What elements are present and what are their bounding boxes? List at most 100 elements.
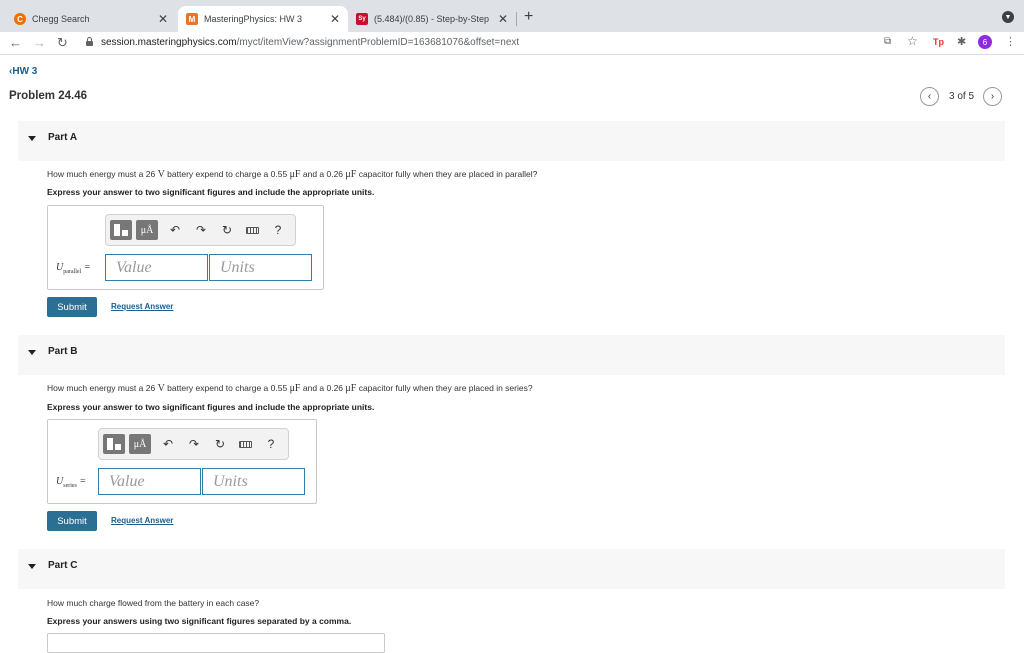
back-to-hw-link[interactable]: ‹HW 3 — [9, 66, 37, 77]
part-b-submit-button[interactable]: Submit — [47, 511, 97, 531]
undo-icon[interactable]: ↶ — [155, 437, 181, 451]
symbolab-favicon-icon: Sy — [356, 13, 368, 25]
problem-pager: ‹ 3 of 5 › — [920, 87, 1003, 106]
browser-tab-bar: C Chegg Search ✕ M MasteringPhysics: HW … — [0, 0, 1024, 32]
part-b-label: Part B — [48, 346, 78, 357]
extension-tp-icon[interactable]: Tp — [933, 37, 944, 47]
close-tab-icon[interactable]: ✕ — [330, 12, 340, 26]
part-a-label: Part A — [48, 132, 78, 143]
back-arrow-icon[interactable]: ← — [9, 35, 22, 50]
units-input[interactable]: Units — [202, 468, 305, 495]
bookmark-star-icon[interactable]: ☆ — [907, 34, 918, 48]
unit-volt: V — [157, 383, 165, 394]
part-c-answer-box — [47, 633, 385, 653]
lock-icon — [86, 37, 93, 46]
url-field[interactable]: session.masteringphysics.com/myct/itemVi… — [101, 37, 519, 48]
question-text: and a 0.26 — [300, 383, 346, 393]
part-c-instruction: Express your answers using two significa… — [47, 616, 352, 626]
unit-microfarad: μF — [345, 383, 357, 394]
problem-title: Problem 24.46 — [9, 90, 87, 102]
chevron-left-icon: ‹ — [927, 91, 932, 102]
undo-icon[interactable]: ↶ — [162, 223, 188, 237]
part-b-instruction: Express your answer to two significant f… — [47, 402, 375, 412]
part-c-label: Part C — [48, 560, 78, 571]
question-text: How much energy must a 26 — [47, 383, 158, 393]
part-c-question: How much charge flowed from the battery … — [47, 598, 260, 608]
back-link-label: HW 3 — [12, 66, 38, 77]
question-text: How much energy must a 26 — [47, 169, 158, 179]
unit-microfarad: μF — [289, 169, 301, 180]
help-icon[interactable]: ? — [265, 223, 291, 237]
units-button[interactable]: μÅ — [129, 434, 151, 454]
translate-icon[interactable]: ⧉ — [884, 36, 891, 47]
question-text: capacitor fully when they are placed in … — [356, 169, 538, 179]
variable-subscript: parallel — [63, 269, 82, 275]
redo-icon[interactable]: ↷ — [188, 223, 214, 237]
tab-symbolab[interactable]: Sy (5.484)/(0.85) - Step-by-Step ✕ — [348, 6, 516, 32]
caret-down-icon — [28, 564, 36, 569]
reload-icon[interactable]: ↻ — [57, 35, 68, 51]
part-a-submit-button[interactable]: Submit — [47, 297, 97, 317]
templates-button[interactable] — [103, 434, 125, 454]
part-a-answer-box: μÅ ↶ ↷ ↻ ? Uparallel = Value Units — [47, 205, 324, 290]
tab-search-icon[interactable]: ▼ — [1002, 11, 1014, 23]
forward-arrow-icon[interactable]: → — [33, 35, 46, 50]
tab-mastering-physics[interactable]: M MasteringPhysics: HW 3 ✕ — [178, 6, 348, 32]
tab-title: Chegg Search — [32, 14, 90, 24]
url-path: /myct/itemView?assignmentProblemID=16368… — [236, 37, 520, 48]
u-parallel-label: Uparallel = — [56, 262, 91, 275]
unit-volt: V — [157, 169, 165, 180]
browser-menu-icon[interactable]: ⋮ — [1005, 35, 1016, 48]
question-text: capacitor fully when they are placed in … — [356, 383, 533, 393]
part-a-request-answer-link[interactable]: Request Answer — [111, 302, 173, 311]
keyboard-icon[interactable] — [239, 440, 252, 448]
value-input[interactable]: Value — [105, 254, 208, 281]
value-input[interactable]: Value — [98, 468, 201, 495]
part-c-header[interactable]: Part C — [18, 549, 1005, 589]
question-text: and a 0.26 — [300, 169, 346, 179]
variable-subscript: series — [63, 483, 77, 489]
mastering-favicon-icon: M — [186, 13, 198, 25]
reset-icon[interactable]: ↻ — [207, 437, 233, 451]
chevron-right-icon: › — [990, 91, 995, 102]
pager-count: 3 of 5 — [949, 91, 975, 102]
tab-chegg-search[interactable]: C Chegg Search ✕ — [6, 6, 176, 32]
math-toolbar: μÅ ↶ ↷ ↻ ? — [98, 428, 289, 460]
tab-title: (5.484)/(0.85) - Step-by-Step — [374, 14, 490, 24]
templates-button[interactable] — [110, 220, 132, 240]
url-host: session.masteringphysics.com — [101, 37, 237, 48]
redo-icon[interactable]: ↷ — [181, 437, 207, 451]
extensions-puzzle-icon[interactable]: ✱ — [957, 35, 966, 48]
address-bar: ← → ↻ session.masteringphysics.com/myct/… — [0, 32, 1024, 55]
part-b-request-answer-link[interactable]: Request Answer — [111, 516, 173, 525]
part-b-question: How much energy must a 26 V battery expe… — [47, 383, 533, 394]
templates-icon — [114, 224, 128, 236]
part-b-header[interactable]: Part B — [18, 335, 1005, 375]
math-toolbar: μÅ ↶ ↷ ↻ ? — [105, 214, 296, 246]
help-icon[interactable]: ? — [258, 437, 284, 451]
units-button[interactable]: μÅ — [136, 220, 158, 240]
close-tab-icon[interactable]: ✕ — [158, 12, 168, 26]
templates-icon — [107, 438, 121, 450]
u-series-label: Useries = — [56, 476, 87, 489]
caret-down-icon — [28, 350, 36, 355]
chegg-favicon-icon: C — [14, 13, 26, 25]
unit-microfarad: μF — [345, 169, 357, 180]
close-tab-icon[interactable]: ✕ — [498, 12, 508, 26]
previous-problem-button[interactable]: ‹ — [920, 87, 939, 106]
profile-avatar[interactable]: 6 — [978, 35, 992, 49]
part-a-header[interactable]: Part A — [18, 121, 1005, 161]
part-a-instruction: Express your answer to two significant f… — [47, 187, 375, 197]
units-input[interactable]: Units — [209, 254, 312, 281]
question-text: battery expend to charge a 0.55 — [164, 383, 290, 393]
question-text: battery expend to charge a 0.55 — [164, 169, 290, 179]
reset-icon[interactable]: ↻ — [214, 223, 240, 237]
tab-divider — [516, 12, 517, 26]
next-problem-button[interactable]: › — [983, 87, 1003, 106]
keyboard-icon[interactable] — [246, 226, 259, 234]
caret-down-icon — [28, 136, 36, 141]
unit-microfarad: μF — [289, 383, 301, 394]
part-a-question: How much energy must a 26 V battery expe… — [47, 169, 537, 180]
tab-title: MasteringPhysics: HW 3 — [204, 14, 303, 24]
new-tab-plus-icon[interactable]: + — [524, 8, 533, 26]
